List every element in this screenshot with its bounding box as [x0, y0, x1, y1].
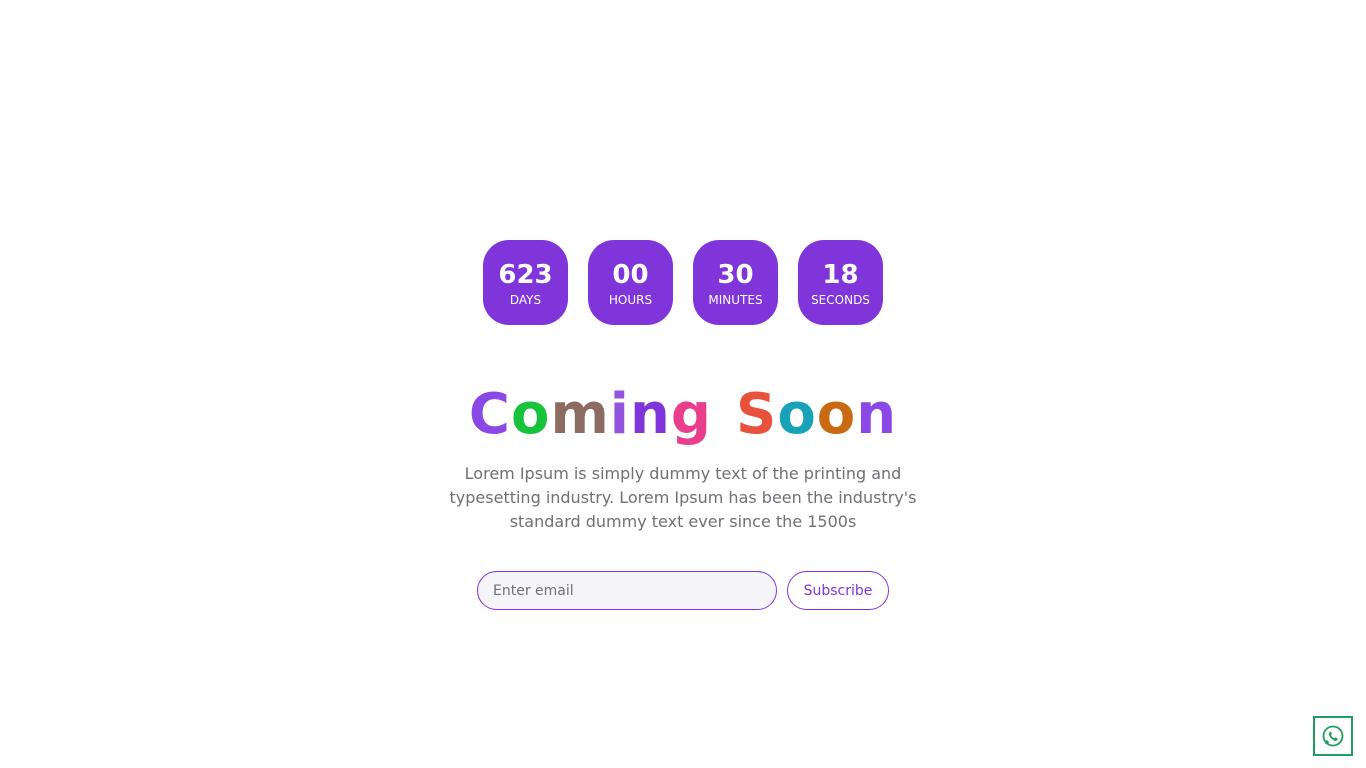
whatsapp-icon	[1322, 725, 1344, 747]
countdown-hours-value: 00	[612, 259, 649, 290]
title-letter: o	[816, 382, 857, 447]
countdown-days-value: 623	[498, 259, 553, 290]
title-letter: o	[777, 382, 817, 447]
title-letter: S	[735, 382, 778, 447]
page-description: Lorem Ipsum is simply dummy text of the …	[449, 464, 917, 531]
title-letter: i	[609, 382, 630, 447]
title-letter: C	[468, 382, 511, 447]
title-letter: o	[510, 382, 551, 447]
countdown-minutes-value: 30	[717, 259, 754, 290]
title-letter: m	[550, 382, 610, 447]
countdown-hours-label: HOURS	[608, 292, 653, 307]
page-title: Coming Soon	[0, 380, 1366, 450]
title-letter: g	[670, 382, 712, 447]
countdown-days-label: DAYS	[509, 292, 542, 307]
countdown-minutes-label: MINUTES	[708, 292, 763, 307]
countdown-seconds-label: SECONDS	[811, 292, 870, 307]
coming-soon-page: 623 DAYS 00 HOURS 30 MINUTES 18 SECONDS …	[0, 0, 1366, 768]
title-letter: n	[630, 382, 671, 447]
subscribe-button[interactable]: Subscribe	[787, 571, 889, 610]
countdown-seconds-value: 18	[822, 259, 859, 290]
email-field[interactable]	[477, 571, 777, 610]
countdown-hours: 00 HOURS	[588, 240, 673, 325]
whatsapp-button[interactable]	[1313, 716, 1353, 756]
countdown-seconds: 18 SECONDS	[798, 240, 883, 325]
countdown: 623 DAYS 00 HOURS 30 MINUTES 18 SECONDS	[483, 240, 883, 325]
title-letter: n	[856, 382, 898, 447]
countdown-minutes: 30 MINUTES	[693, 240, 778, 325]
countdown-days: 623 DAYS	[483, 240, 568, 325]
